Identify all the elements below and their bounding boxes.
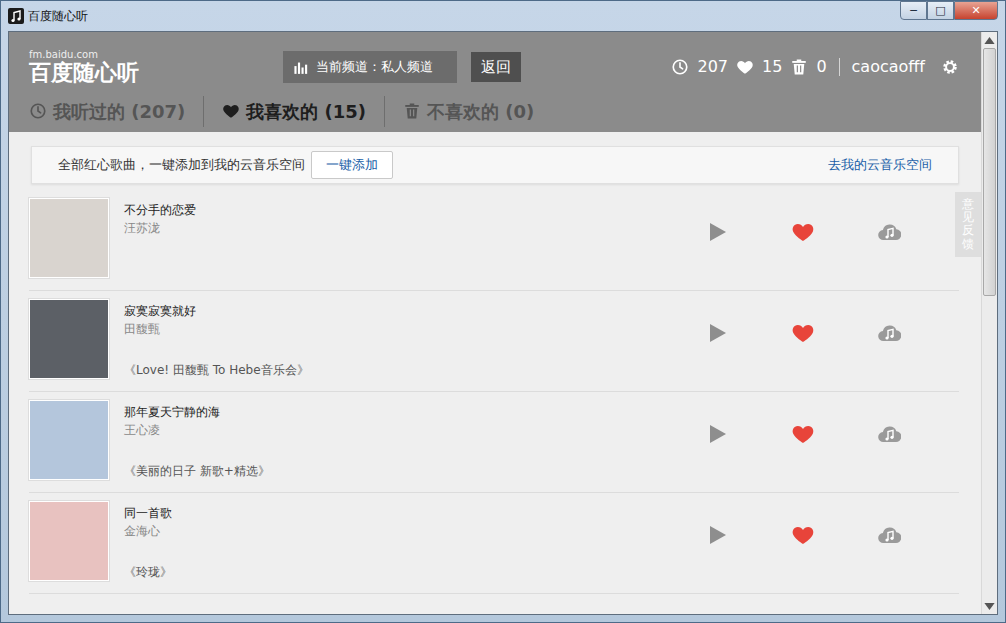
scroll-thumb[interactable] [983,48,996,296]
scrollbar[interactable] [981,32,997,614]
song-artist[interactable]: 金海心 [124,522,705,540]
heart-icon[interactable] [791,523,815,547]
app-icon [8,8,24,24]
back-button[interactable]: 返回 [471,52,521,83]
equalizer-icon [293,59,310,76]
heart-icon [222,102,240,120]
play-icon[interactable] [705,220,729,244]
logo[interactable]: fm.baidu.com百度随心听 [29,50,269,84]
play-icon[interactable] [705,523,729,547]
album-art [29,299,109,379]
scroll-up[interactable] [982,32,997,48]
stat-value: 207 [697,55,728,79]
clock-icon [671,58,689,76]
song-title[interactable]: 同一首歌 [124,501,705,522]
username[interactable]: caocaofff [852,55,925,79]
stat-value: 15 [762,55,782,79]
add-all-button[interactable]: 一键添加 [311,151,393,179]
separator [839,58,840,76]
album-art [29,198,109,278]
song-artist[interactable]: 王心凌 [124,421,705,439]
add-bar-text: 全部红心歌曲，一键添加到我的云音乐空间 [58,155,305,175]
heart-icon[interactable] [791,321,815,345]
tab[interactable]: 不喜欢的 (0) [384,96,552,127]
tab-label: 我喜欢的 (15) [246,98,366,125]
close-button[interactable]: ✕ [954,1,998,20]
arrow-down-icon [981,598,998,615]
stat-value: 0 [816,55,826,79]
stats: 207 15 0 caocaofff [671,55,959,79]
cloud-space-link[interactable]: 去我的云音乐空间 [828,155,932,175]
play-icon[interactable] [705,422,729,446]
tab[interactable]: 我喜欢的 (15) [203,96,384,127]
logo-name: 百度随心听 [29,61,139,84]
tab-label: 不喜欢的 (0) [427,98,534,125]
cloud-icon[interactable] [877,422,901,446]
cloud-icon[interactable] [877,523,901,547]
arrow-up-icon [981,32,998,49]
song-album[interactable]: 《美丽的日子 新歌+精选》 [124,462,705,480]
song-row: 寂寞寂寞就好田馥甄《Love! 田馥甄 To Hebe音乐会》 [29,291,959,392]
client-area: fm.baidu.com百度随心听 当前频道：私人频道 返回 207 15 0 caocao… [8,31,998,615]
tab[interactable]: 我听过的 (207) [29,96,203,127]
song-album[interactable]: 《玲珑》 [124,563,705,581]
header-bar: fm.baidu.com百度随心听 当前频道：私人频道 返回 207 15 0 caocao… [29,40,959,94]
tab-bar: 我听过的 (207) 我喜欢的 (15) 不喜欢的 (0) [29,94,959,128]
stat-liked[interactable]: 15 [736,55,782,79]
song-actions [705,299,959,345]
heart-icon[interactable] [791,422,815,446]
scroll-down[interactable] [982,598,997,614]
gear-icon [941,58,959,76]
scroll-track [982,48,997,598]
song-info: 那年夏天宁静的海王心凌《美丽的日子 新歌+精选》 [109,400,705,480]
song-album[interactable]: 《Love! 田馥甄 To Hebe音乐会》 [124,361,705,379]
tab-label: 我听过的 (207) [53,98,185,125]
album-art [29,501,109,581]
song-info: 同一首歌金海心《玲珑》 [109,501,705,581]
song-actions [705,501,959,547]
logo-url: fm.baidu.com [29,50,139,61]
song-actions [705,198,959,244]
title-bar: 百度随心听 ─□✕ [8,1,998,31]
song-artist[interactable]: 汪苏泷 [124,219,705,237]
trash-icon [403,102,421,120]
minimize-button[interactable]: ─ [900,1,927,20]
stat-trash[interactable]: 0 [790,55,826,79]
add-bar: 全部红心歌曲，一键添加到我的云音乐空间一键添加 去我的云音乐空间 [31,146,959,184]
feedback-tab[interactable]: 意见反馈 [955,192,981,257]
song-row: 不分手的恋爱汪苏泷 [29,190,959,291]
window-title: 百度随心听 [28,7,88,25]
channel-indicator: 当前频道：私人频道 [283,51,457,83]
song-list: 不分手的恋爱汪苏泷寂寞寂寞就好田馥甄《Love! 田馥甄 To Hebe音乐会》… [9,190,981,594]
song-artist[interactable]: 田馥甄 [124,320,705,338]
feedback-label: 意见反馈 [962,198,974,251]
trash-icon [790,58,808,76]
song-info: 寂寞寂寞就好田馥甄《Love! 田馥甄 To Hebe音乐会》 [109,299,705,379]
heart-icon[interactable] [791,220,815,244]
song-info: 不分手的恋爱汪苏泷 [109,198,705,278]
song-title[interactable]: 寂寞寂寞就好 [124,299,705,320]
app-window: 百度随心听─□✕fm.baidu.com百度随心听当前频道：私人频道返回2071… [0,0,1006,623]
stat-history[interactable]: 207 [671,55,728,79]
song-actions [705,400,959,446]
album-art [29,400,109,480]
play-icon[interactable] [705,321,729,345]
header: fm.baidu.com百度随心听 当前频道：私人频道 返回 207 15 0 caocao… [9,32,981,132]
heart-icon [736,58,754,76]
song-title[interactable]: 那年夏天宁静的海 [124,400,705,421]
main-panel: fm.baidu.com百度随心听 当前频道：私人频道 返回 207 15 0 caocao… [9,32,981,614]
song-title[interactable]: 不分手的恋爱 [124,198,705,219]
song-row: 同一首歌金海心《玲珑》 [29,493,959,594]
cloud-icon[interactable] [877,321,901,345]
maximize-button[interactable]: □ [927,1,954,20]
window-controls: ─□✕ [900,1,998,20]
channel-name: 当前频道：私人频道 [316,57,433,77]
cloud-icon[interactable] [877,220,901,244]
clock-icon [29,102,47,120]
song-row: 那年夏天宁静的海王心凌《美丽的日子 新歌+精选》 [29,392,959,493]
